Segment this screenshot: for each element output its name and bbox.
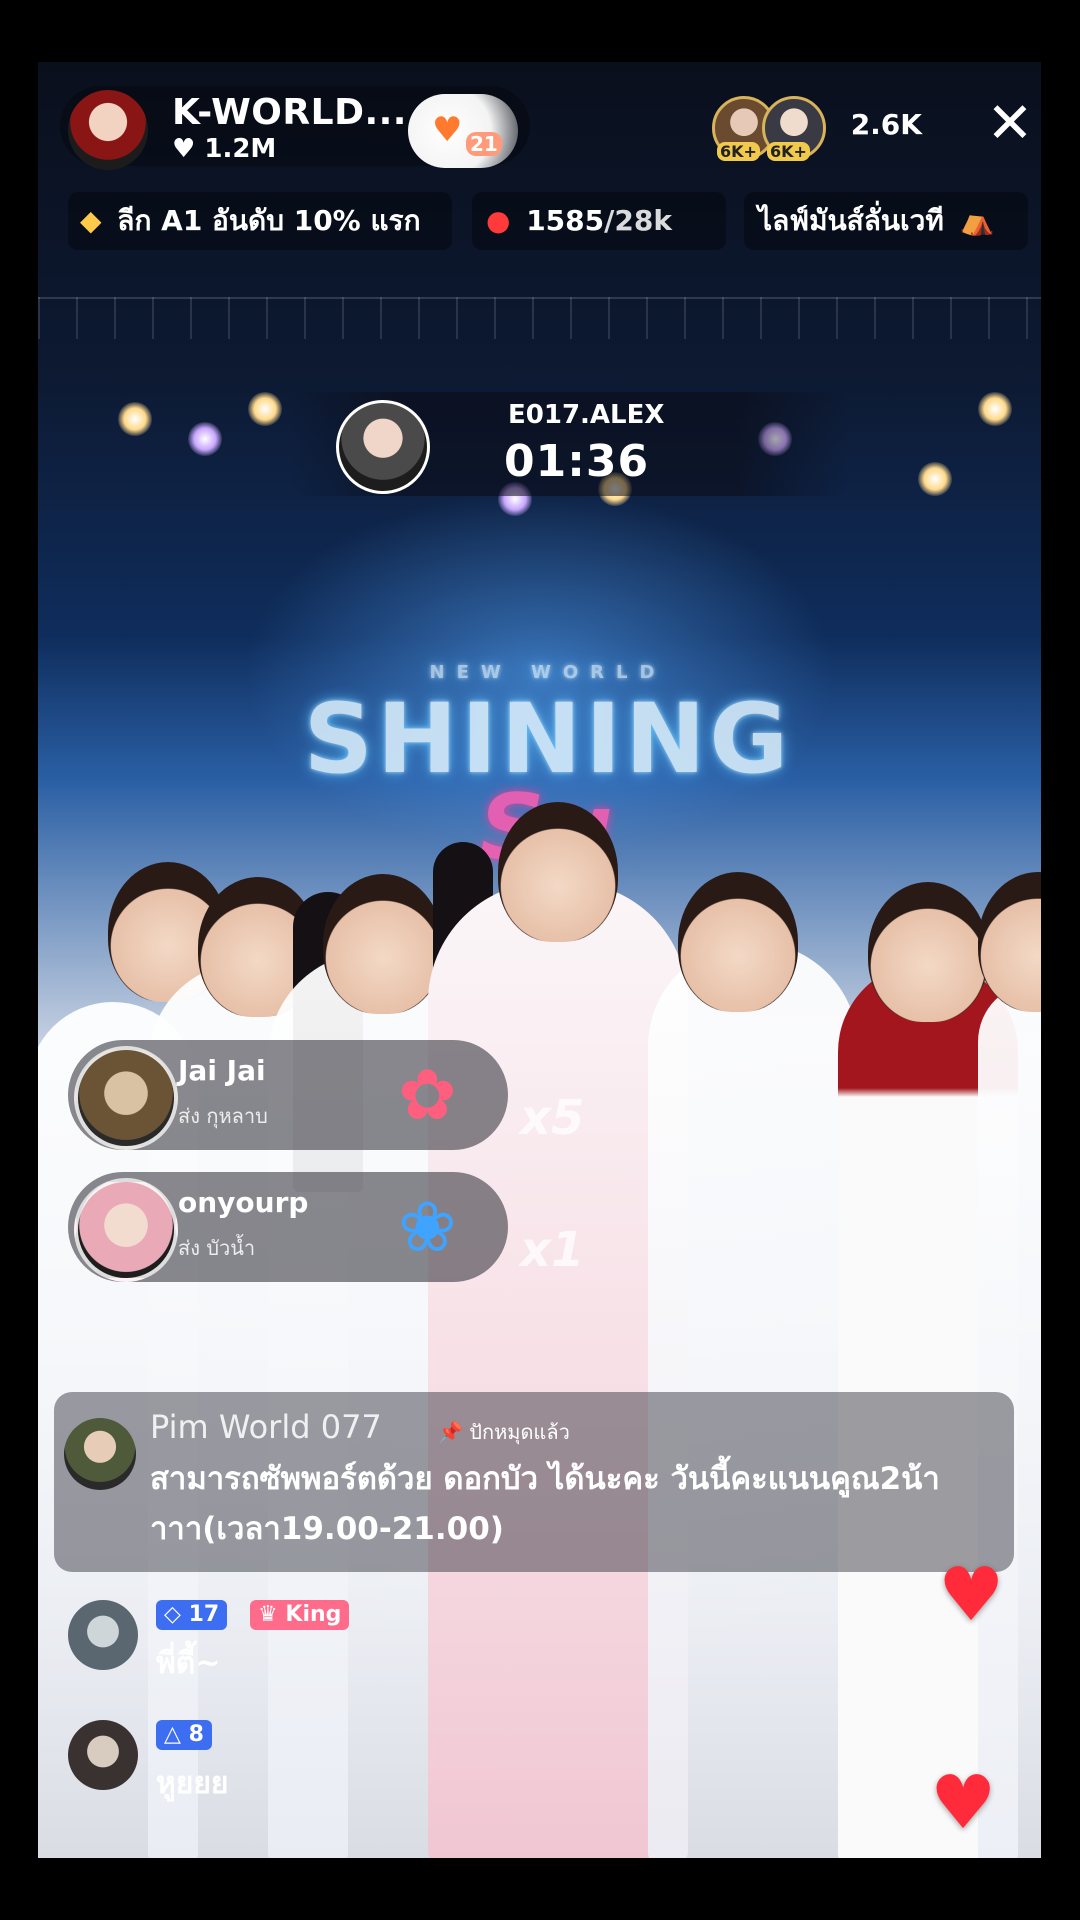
stage-logo-top: NEW WORLD	[429, 662, 667, 683]
top-viewers[interactable]: 6K+ 6K+ 2.6K	[712, 96, 922, 161]
chat-message[interactable]: ◇ 17 ♛ King พี่ตี้~	[68, 1600, 768, 1690]
gift-multiplier: x5	[520, 1090, 585, 1146]
live-stream-video: NEW WORLD SHINING Su	[38, 62, 1041, 1858]
event-chip[interactable]: ไลฟ์มันส์ลั่นเวที ⛺	[744, 192, 1028, 250]
performer-head	[498, 802, 618, 942]
close-icon[interactable]: ✕	[980, 94, 1040, 154]
host-likes: ♥ 1.2M	[172, 134, 276, 164]
stage-light	[118, 402, 152, 436]
performers	[38, 782, 1041, 1858]
viewer-count[interactable]: 2.6K	[851, 108, 922, 141]
level-value: 17	[188, 1602, 220, 1627]
level-badge: ◇ 17	[156, 1600, 228, 1630]
top-viewer-avatar[interactable]: 6K+	[762, 96, 826, 161]
gift-counter-bubble[interactable]: ♥ 21	[408, 94, 518, 168]
battle-banner[interactable]: E017.ALEX 01:36	[290, 392, 850, 496]
pinned-author-name[interactable]: Pim World 077	[150, 1408, 382, 1446]
tomato-icon: ●	[486, 204, 511, 237]
opponent-name: E017.ALEX	[508, 400, 665, 430]
gift-counter-count: 21	[466, 132, 502, 156]
score-current: 1585	[526, 204, 605, 237]
performer-head	[323, 874, 443, 1014]
host-profile[interactable]: K-WORLD... ♥ 1.2M ♥ 21	[60, 86, 530, 170]
rose-icon: ✿	[398, 1054, 457, 1136]
stage-light	[918, 462, 952, 496]
gift-notification: onyourp ส่ง บัวน้ำ ❀	[68, 1172, 508, 1282]
stage-light	[978, 392, 1012, 426]
chat-avatar[interactable]	[68, 1600, 138, 1670]
opponent-avatar[interactable]	[336, 400, 430, 494]
level-value: 8	[188, 1722, 204, 1747]
chat-avatar[interactable]	[68, 1720, 138, 1790]
gift-sender-avatar[interactable]	[74, 1178, 178, 1282]
pin-tag: 📌 ปักหมุดแล้ว	[438, 1416, 570, 1448]
league-label: ลีก A1 อันดับ 10% แรก	[117, 204, 421, 237]
triangle-level-icon: △	[164, 1722, 181, 1747]
viewer-rank-badge: 6K+	[717, 142, 760, 161]
host-likes-count: 1.2M	[204, 134, 277, 164]
viewer-rank-badge: 6K+	[767, 142, 810, 161]
hearts-icon: ♥	[432, 110, 463, 150]
score-target: /28k	[604, 204, 672, 237]
pinned-comment[interactable]: Pim World 077 📌 ปักหมุดแล้ว สามารถซัพพอร…	[54, 1392, 1014, 1572]
stage-light	[248, 392, 282, 426]
live-header: K-WORLD... ♥ 1.2M ♥ 21 6K+ 6K+ 2.6K ✕	[60, 86, 1040, 176]
host-avatar[interactable]	[68, 90, 148, 170]
gift-sender-avatar[interactable]	[74, 1046, 178, 1150]
gift-sender-name: onyourp	[178, 1186, 309, 1219]
king-badge-label: King	[285, 1602, 342, 1627]
pin-icon: 📌	[438, 1420, 463, 1444]
pinned-comment-text: สามารถซัพพอร์ตด้วย ดอกบัว ได้นะคะ วันนี้…	[150, 1461, 940, 1547]
heart-icon: ♥	[172, 134, 196, 164]
event-label: ไลฟ์มันส์ลั่นเวที	[758, 204, 944, 237]
crown-icon: ♛	[258, 1602, 278, 1627]
stage-truss	[38, 297, 1041, 339]
gift-description: ส่ง กุหลาบ	[178, 1104, 268, 1128]
level-badge: △ 8	[156, 1720, 212, 1750]
diamond-level-icon: ◇	[164, 1602, 181, 1627]
score-chip[interactable]: ● 1585/28k	[472, 192, 726, 250]
gift-notification: Jai Jai ส่ง กุหลาบ ✿	[68, 1040, 508, 1150]
chat-text: หูยยย	[156, 1766, 229, 1801]
heart-icon: ♥	[938, 1552, 1005, 1638]
circus-tent-icon: ⛺	[959, 204, 995, 237]
chat-text: พี่ตี้~	[156, 1646, 221, 1681]
chat-message[interactable]: △ 8 หูยยย	[68, 1720, 768, 1810]
gift-description: ส่ง บัวน้ำ	[178, 1236, 256, 1260]
battle-timer: 01:36	[504, 436, 650, 487]
performer-head	[678, 872, 798, 1012]
stage-light	[188, 422, 222, 456]
heart-icon: ♥	[930, 1760, 997, 1846]
blue-lotus-icon: ❀	[398, 1186, 457, 1268]
pinned-author-avatar[interactable]	[64, 1418, 136, 1490]
gift-sender-name: Jai Jai	[178, 1054, 266, 1087]
league-chip[interactable]: ◆ ลีก A1 อันดับ 10% แรก	[68, 192, 452, 250]
king-badge: ♛ King	[250, 1600, 350, 1630]
diamond-icon: ◆	[80, 204, 102, 237]
pin-tag-label: ปักหมุดแล้ว	[469, 1420, 570, 1444]
gift-multiplier: x1	[520, 1222, 585, 1278]
host-name[interactable]: K-WORLD...	[172, 92, 407, 133]
performer-head	[868, 882, 988, 1022]
